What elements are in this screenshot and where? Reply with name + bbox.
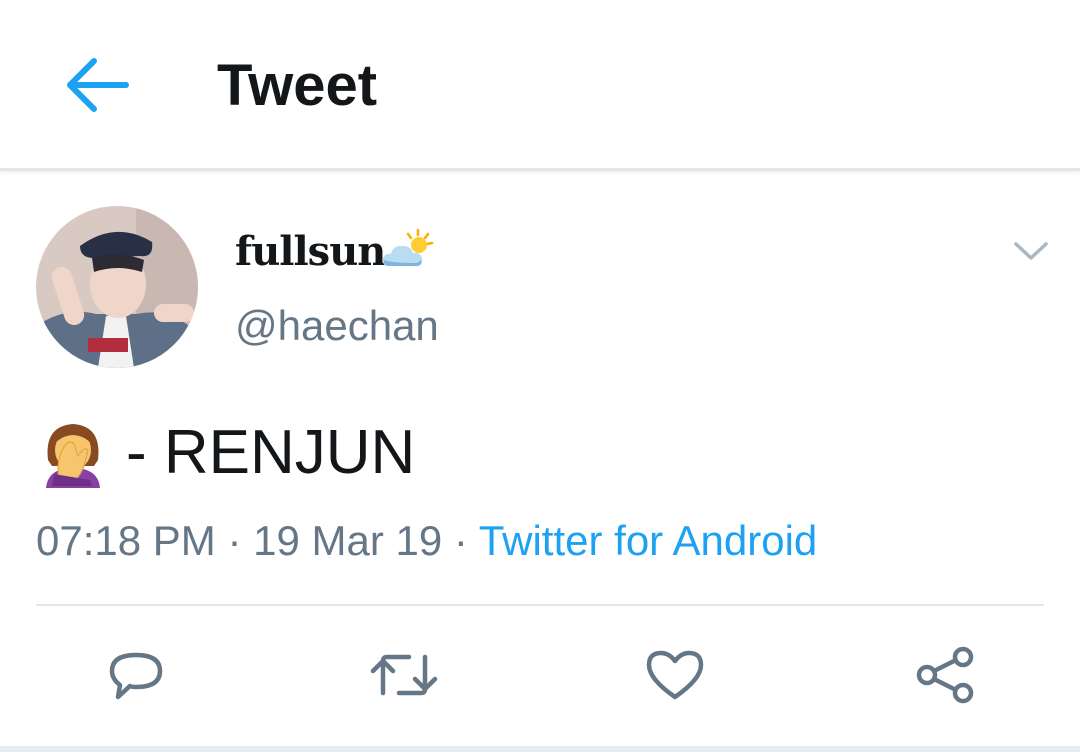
page-title: Tweet <box>217 53 378 118</box>
bottom-border <box>0 746 1080 752</box>
author-display-name[interactable]: fullsun <box>235 226 386 278</box>
reply-button[interactable] <box>101 640 171 710</box>
comment-icon <box>109 652 163 700</box>
tweet-meta: 07:18 PM · 19 Mar 19 · Twitter for Andro… <box>36 514 817 568</box>
share-button[interactable] <box>910 640 980 710</box>
sun-behind-cloud-icon <box>380 228 436 272</box>
face-palm-woman-icon <box>40 416 106 488</box>
avatar[interactable] <box>36 206 198 368</box>
tweet-time: 07:18 PM <box>36 517 216 564</box>
meta-separator: · <box>215 517 254 564</box>
tweet-text: - RENJUN <box>126 418 416 487</box>
retweet-button[interactable] <box>369 640 439 710</box>
retweet-icon <box>370 654 438 696</box>
author-handle[interactable]: @haechan <box>235 300 439 352</box>
divider <box>36 604 1044 606</box>
profile-photo <box>36 206 198 368</box>
tweet-date: 19 Mar 19 <box>253 517 443 564</box>
heart-icon <box>646 650 704 700</box>
meta-separator: · <box>442 517 479 564</box>
like-button[interactable] <box>640 640 710 710</box>
chevron-down-icon <box>1014 242 1048 260</box>
back-button[interactable] <box>58 50 134 120</box>
app-header: Tweet <box>0 0 1080 171</box>
tweet-menu-button[interactable] <box>1008 228 1054 274</box>
tweet-source-link[interactable]: Twitter for Android <box>479 517 817 564</box>
share-icon <box>916 646 974 704</box>
arrow-left-icon <box>67 58 129 112</box>
